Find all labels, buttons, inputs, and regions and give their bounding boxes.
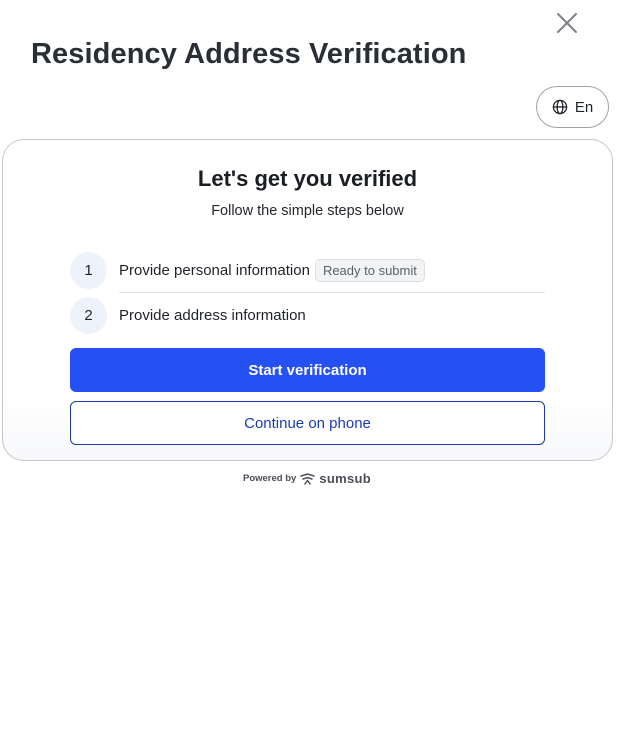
sumsub-logo-icon xyxy=(300,472,316,485)
brand-name: sumsub xyxy=(319,471,371,486)
verification-card: Let's get you verified Follow the simple… xyxy=(2,139,613,461)
powered-by-label: Powered by xyxy=(243,473,297,484)
close-button[interactable] xyxy=(552,8,582,38)
language-label: En xyxy=(574,98,594,116)
powered-by[interactable]: Powered by sumsub xyxy=(243,471,371,486)
step-label: Provide personal information xyxy=(119,261,310,279)
step-number: 2 xyxy=(70,296,107,334)
continue-on-phone-button[interactable]: Continue on phone xyxy=(70,401,545,445)
close-icon xyxy=(557,13,577,33)
step-item-address-info: 2 Provide address information xyxy=(70,296,545,334)
card-title: Let's get you verified xyxy=(197,166,418,191)
status-badge: Ready to submit xyxy=(314,258,425,282)
globe-icon xyxy=(552,99,568,115)
page-title: Residency Address Verification xyxy=(31,38,467,70)
verification-page: Residency Address Verification En Let's … xyxy=(0,0,617,752)
step-divider xyxy=(119,292,545,293)
language-button[interactable]: En xyxy=(536,86,609,128)
card-subtitle: Follow the simple steps below xyxy=(211,203,404,219)
step-label: Provide address information xyxy=(119,306,306,324)
step-item-personal-info: 1 Provide personal information Ready to … xyxy=(70,251,545,289)
step-number: 1 xyxy=(70,251,107,289)
start-verification-button[interactable]: Start verification xyxy=(70,348,545,392)
